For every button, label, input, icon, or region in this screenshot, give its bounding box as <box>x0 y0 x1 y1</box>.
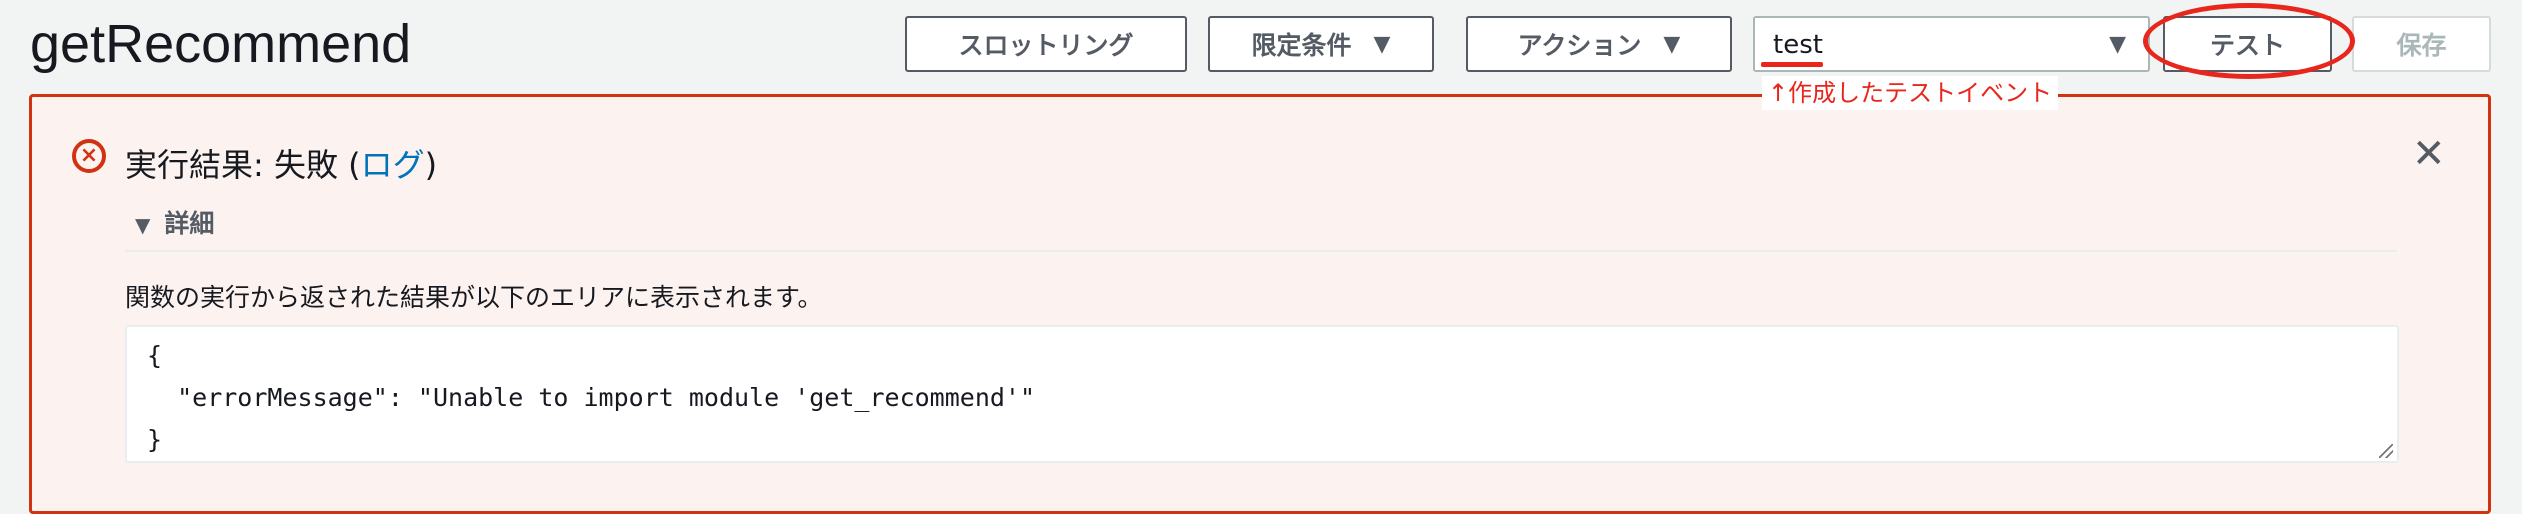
close-icon[interactable]: ✕ <box>2412 132 2446 176</box>
resize-handle-icon[interactable] <box>2379 444 2393 458</box>
test-event-value: test <box>1773 30 1823 60</box>
actions-dropdown[interactable]: アクション ▼ <box>1466 16 1732 72</box>
annotation-text: ↑作成したテストイベント <box>1762 76 2059 110</box>
annotation-underline <box>1761 62 1823 67</box>
caret-down-icon: ▼ <box>1663 31 1681 57</box>
qualifiers-dropdown[interactable]: 限定条件 ▼ <box>1208 16 1434 72</box>
alert-heading: 実行結果: 失敗 (ログ) <box>125 144 437 186</box>
save-label: 保存 <box>2396 31 2447 60</box>
actions-label: アクション <box>1517 31 1642 60</box>
caret-down-icon: ▼ <box>1373 31 1391 57</box>
details-toggle[interactable]: ▼ 詳細 <box>135 207 214 242</box>
page-title: getRecommend <box>30 14 412 74</box>
throttle-button[interactable]: スロットリング <box>905 16 1187 72</box>
heading-suffix: ) <box>424 146 438 184</box>
heading-text: 実行結果: 失敗 ( <box>125 146 361 184</box>
annotation-circle <box>2143 3 2355 79</box>
error-icon: × <box>72 139 106 173</box>
result-output-textarea[interactable]: { "errorMessage": "Unable to import modu… <box>125 325 2399 463</box>
details-label: 詳細 <box>164 209 215 238</box>
caret-down-icon: ▼ <box>2109 32 2126 57</box>
divider <box>125 250 2397 252</box>
log-link[interactable]: ログ <box>361 146 425 184</box>
qualifiers-label: 限定条件 <box>1251 31 1352 60</box>
save-button[interactable]: 保存 <box>2352 16 2491 72</box>
caret-down-icon: ▼ <box>135 213 151 237</box>
result-description: 関数の実行から返された結果が以下のエリアに表示されます。 <box>125 283 823 312</box>
result-output-text: { "errorMessage": "Unable to import modu… <box>147 341 1036 454</box>
throttle-label: スロットリング <box>958 31 1134 60</box>
